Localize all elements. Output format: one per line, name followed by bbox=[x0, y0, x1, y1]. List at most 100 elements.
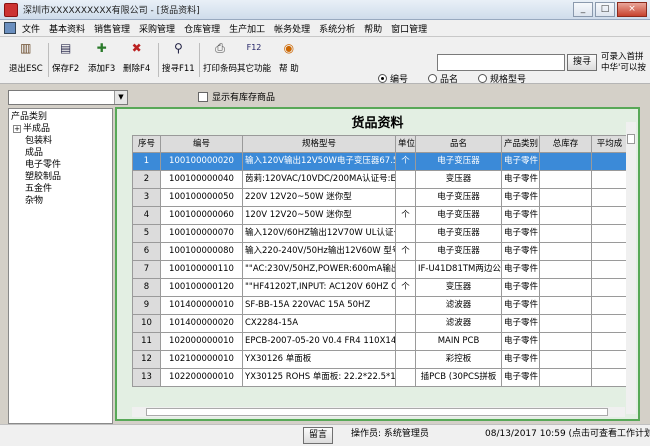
product-stock-cell[interactable] bbox=[540, 261, 592, 279]
product-category-cell[interactable]: 电子零件 bbox=[502, 171, 540, 189]
product-name-cell[interactable]: 电子变压器 bbox=[416, 153, 502, 171]
product-code-cell[interactable]: 101400000020 bbox=[161, 315, 243, 333]
table-row[interactable]: 5 100100000070 输入120V/60HZ输出12V70W UL认证号 电子… bbox=[132, 225, 628, 243]
menu-file[interactable]: 文件 bbox=[22, 22, 40, 35]
product-name-cell[interactable]: 电子变压器 bbox=[416, 243, 502, 261]
product-avg-cost-cell[interactable] bbox=[592, 333, 628, 351]
product-code-cell[interactable]: 102100000010 bbox=[161, 351, 243, 369]
product-stock-cell[interactable] bbox=[540, 207, 592, 225]
product-code-cell[interactable]: 102200000010 bbox=[161, 369, 243, 387]
product-spec-cell[interactable]: 120V 12V20~50W 迷你型 bbox=[243, 207, 396, 225]
horizontal-scroll-thumb[interactable] bbox=[146, 408, 608, 416]
product-spec-cell[interactable]: 茵莉:120VAC/10VDC/200MA认证号:E2 bbox=[243, 171, 396, 189]
col-header-stock[interactable]: 总库存 bbox=[540, 135, 592, 153]
row-no-cell[interactable]: 8 bbox=[132, 279, 161, 297]
vertical-scroll-thumb[interactable] bbox=[627, 134, 635, 144]
table-row[interactable]: 9 101400000010 SF-BB-15A 220VAC 15A 50HZ 滤波… bbox=[132, 297, 628, 315]
product-stock-cell[interactable] bbox=[540, 297, 592, 315]
product-category-cell[interactable]: 电子零件 bbox=[502, 279, 540, 297]
col-header-no[interactable]: 序号 bbox=[132, 135, 161, 153]
col-header-unit[interactable]: 单位 bbox=[396, 135, 416, 153]
product-category-cell[interactable]: 电子零件 bbox=[502, 351, 540, 369]
product-code-cell[interactable]: 102000000010 bbox=[161, 333, 243, 351]
menu-purchase[interactable]: 采购管理 bbox=[139, 22, 175, 35]
product-avg-cost-cell[interactable] bbox=[592, 207, 628, 225]
radio-spec[interactable]: 规格型号 bbox=[478, 72, 526, 85]
add-button[interactable]: ✚ 添加F3 bbox=[88, 40, 115, 74]
print-barcode-button[interactable]: ⎙ 打印条码 bbox=[203, 40, 237, 74]
product-spec-cell[interactable]: SF-BB-15A 220VAC 15A 50HZ bbox=[243, 297, 396, 315]
tree-item-plastic[interactable]: 塑胶制品 bbox=[11, 171, 110, 183]
col-header-avg-cost[interactable]: 平均成 bbox=[592, 135, 628, 153]
product-category-cell[interactable]: 电子零件 bbox=[502, 243, 540, 261]
col-header-category[interactable]: 产品类别 bbox=[502, 135, 540, 153]
tree-item-hardware[interactable]: 五金件 bbox=[11, 183, 110, 195]
product-code-cell[interactable]: 100100000020 bbox=[161, 153, 243, 171]
product-spec-cell[interactable]: CX2284-15A bbox=[243, 315, 396, 333]
product-name-cell[interactable]: 电子变压器 bbox=[416, 207, 502, 225]
help-button[interactable]: ◉ 帮 助 bbox=[279, 40, 299, 74]
product-stock-cell[interactable] bbox=[540, 153, 592, 171]
product-category-cell[interactable]: 电子零件 bbox=[502, 369, 540, 387]
row-no-cell[interactable]: 5 bbox=[132, 225, 161, 243]
product-unit-cell[interactable] bbox=[396, 189, 416, 207]
table-row[interactable]: 4 100100000060 120V 12V20~50W 迷你型个电子变压器 电子零… bbox=[132, 207, 628, 225]
radio-code-dot[interactable] bbox=[378, 74, 387, 83]
other-functions-button[interactable]: F12 其它功能 bbox=[237, 40, 271, 74]
tree-item-semi-finished[interactable]: + 半成品 bbox=[11, 123, 110, 135]
product-stock-cell[interactable] bbox=[540, 279, 592, 297]
product-code-cell[interactable]: 100100000110 bbox=[161, 261, 243, 279]
product-category-cell[interactable]: 电子零件 bbox=[502, 189, 540, 207]
col-header-name[interactable]: 品名 bbox=[416, 135, 502, 153]
tree-item-finished[interactable]: 成品 bbox=[11, 147, 110, 159]
row-no-cell[interactable]: 11 bbox=[132, 333, 161, 351]
product-stock-cell[interactable] bbox=[540, 189, 592, 207]
row-no-cell[interactable]: 9 bbox=[132, 297, 161, 315]
delete-button[interactable]: ✖ 删除F4 bbox=[123, 40, 150, 74]
product-category-cell[interactable]: 电子零件 bbox=[502, 153, 540, 171]
table-row[interactable]: 13 102200000010 YX30125 ROHS 单面板: 22.2*22.… bbox=[132, 369, 628, 387]
search-input[interactable] bbox=[437, 54, 565, 71]
product-name-cell[interactable]: 变压器 bbox=[416, 279, 502, 297]
maximize-button[interactable]: □ bbox=[595, 2, 615, 17]
radio-code[interactable]: 编号 bbox=[378, 72, 408, 85]
product-name-cell[interactable]: 滤波器 bbox=[416, 315, 502, 333]
table-row[interactable]: 1 100100000020 输入120V输出12V50W电子变压器67.5 个电子变… bbox=[132, 153, 628, 171]
datetime-status[interactable]: 08/13/2017 10:59 (点击可查看工作计划) bbox=[485, 427, 650, 444]
product-unit-cell[interactable]: 个 bbox=[396, 279, 416, 297]
vertical-scrollbar[interactable] bbox=[626, 122, 636, 414]
product-spec-cell[interactable]: 220V 12V20~50W 迷你型 bbox=[243, 189, 396, 207]
menu-analysis[interactable]: 系统分析 bbox=[319, 22, 355, 35]
chevron-down-icon[interactable]: ▼ bbox=[114, 91, 127, 104]
product-code-cell[interactable]: 100100000120 bbox=[161, 279, 243, 297]
radio-spec-dot[interactable] bbox=[478, 74, 488, 83]
product-spec-cell[interactable]: ""HF41202T,INPUT: AC120V 60HZ O bbox=[243, 279, 396, 297]
product-unit-cell[interactable] bbox=[396, 333, 416, 351]
radio-name[interactable]: 品名 bbox=[428, 72, 458, 85]
horizontal-scrollbar[interactable] bbox=[132, 407, 625, 417]
product-spec-cell[interactable]: 输入220-240V/50Hz输出12V60W 型号 bbox=[243, 243, 396, 261]
product-name-cell[interactable]: 插PCB (30PCS拼板 bbox=[416, 369, 502, 387]
product-name-cell[interactable]: IF-U41D81TM两边公司 bbox=[416, 261, 502, 279]
expand-plus-icon[interactable]: + bbox=[13, 124, 21, 133]
product-name-cell[interactable]: 彩控板 bbox=[416, 351, 502, 369]
table-row[interactable]: 8 100100000120 ""HF41202T,INPUT: AC120V 60… bbox=[132, 279, 628, 297]
product-unit-cell[interactable] bbox=[396, 369, 416, 387]
tree-item-misc[interactable]: 杂物 bbox=[11, 195, 110, 207]
product-spec-cell[interactable]: EPCB-2007-05-20 V0.4 FR4 110X140 bbox=[243, 333, 396, 351]
product-name-cell[interactable]: 电子变压器 bbox=[416, 225, 502, 243]
product-stock-cell[interactable] bbox=[540, 333, 592, 351]
close-button[interactable]: × bbox=[617, 2, 647, 17]
table-row[interactable]: 6 100100000080 输入220-240V/50Hz输出12V60W 型号个… bbox=[132, 243, 628, 261]
product-avg-cost-cell[interactable] bbox=[592, 261, 628, 279]
product-avg-cost-cell[interactable] bbox=[592, 153, 628, 171]
row-no-cell[interactable]: 10 bbox=[132, 315, 161, 333]
product-name-cell[interactable]: 电子变压器 bbox=[416, 189, 502, 207]
product-code-cell[interactable]: 100100000080 bbox=[161, 243, 243, 261]
product-avg-cost-cell[interactable] bbox=[592, 171, 628, 189]
product-stock-cell[interactable] bbox=[540, 225, 592, 243]
product-code-cell[interactable]: 101400000010 bbox=[161, 297, 243, 315]
category-combo[interactable]: ▼ bbox=[8, 90, 128, 105]
menu-warehouse[interactable]: 仓库管理 bbox=[184, 22, 220, 35]
product-spec-cell[interactable]: YX30126 单面板 bbox=[243, 351, 396, 369]
